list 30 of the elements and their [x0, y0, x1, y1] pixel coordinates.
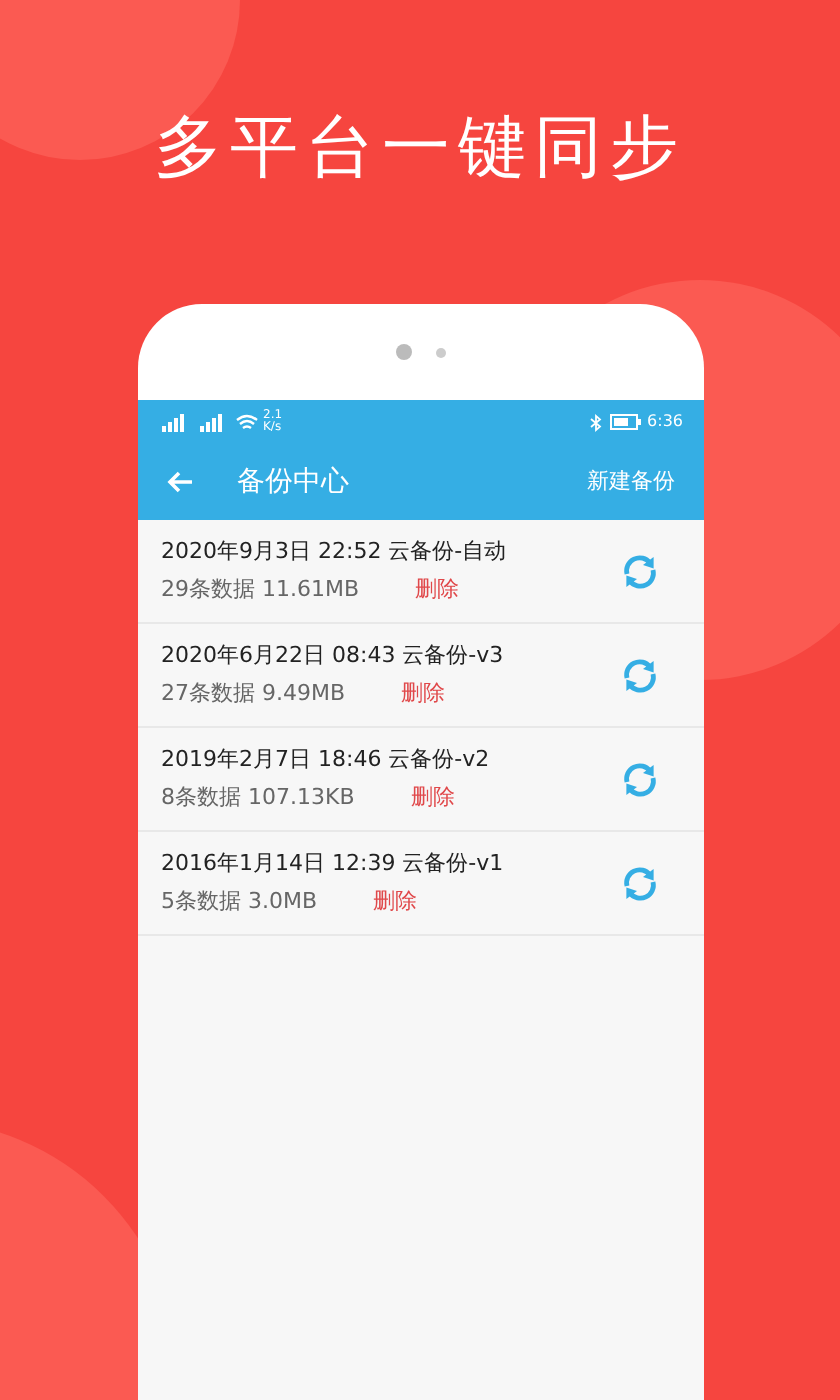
backup-row[interactable]: 2020年6月22日 08:43 云备份-v3 27条数据 9.49MB 删除 [137, 624, 703, 728]
backup-row[interactable]: 2019年2月7日 18:46 云备份-v2 8条数据 107.13KB 删除 [137, 728, 703, 832]
sync-icon[interactable] [619, 863, 659, 903]
clock: 6:36 [647, 414, 683, 430]
delete-button[interactable]: 删除 [373, 888, 418, 916]
sync-icon[interactable] [619, 655, 659, 695]
backup-info: 29条数据 11.61MB [161, 576, 360, 604]
delete-button[interactable]: 删除 [410, 784, 455, 812]
backup-info: 8条数据 107.13KB [161, 784, 355, 812]
backup-title: 2019年2月7日 18:46 云备份-v2 [161, 746, 492, 774]
delete-button[interactable]: 删除 [415, 576, 460, 604]
backup-info: 5条数据 3.0MB [161, 888, 318, 916]
back-icon[interactable] [165, 470, 193, 494]
backup-row[interactable]: 2020年9月3日 22:52 云备份-自动 29条数据 11.61MB 删除 [137, 520, 703, 624]
headline: 多平台一键同步 [154, 106, 686, 192]
bluetooth-icon [589, 413, 602, 431]
battery-icon [609, 414, 642, 430]
sync-icon[interactable] [619, 759, 659, 799]
new-backup-button[interactable]: 新建备份 [587, 465, 675, 499]
screen-title: 备份中心 [237, 463, 349, 501]
backup-title: 2016年1月14日 12:39 云备份-v1 [161, 850, 506, 878]
wifi-icon [235, 413, 257, 431]
sync-icon[interactable] [619, 551, 659, 591]
backup-row[interactable]: 2016年1月14日 12:39 云备份-v1 5条数据 3.0MB 删除 [137, 832, 703, 936]
camera-icon [395, 344, 411, 360]
backup-info: 27条数据 9.49MB [161, 680, 346, 708]
backup-title: 2020年9月3日 22:52 云备份-自动 [161, 538, 509, 566]
backup-title: 2020年6月22日 08:43 云备份-v3 [161, 642, 506, 670]
delete-button[interactable]: 删除 [401, 680, 446, 708]
sensor-icon [435, 347, 445, 357]
